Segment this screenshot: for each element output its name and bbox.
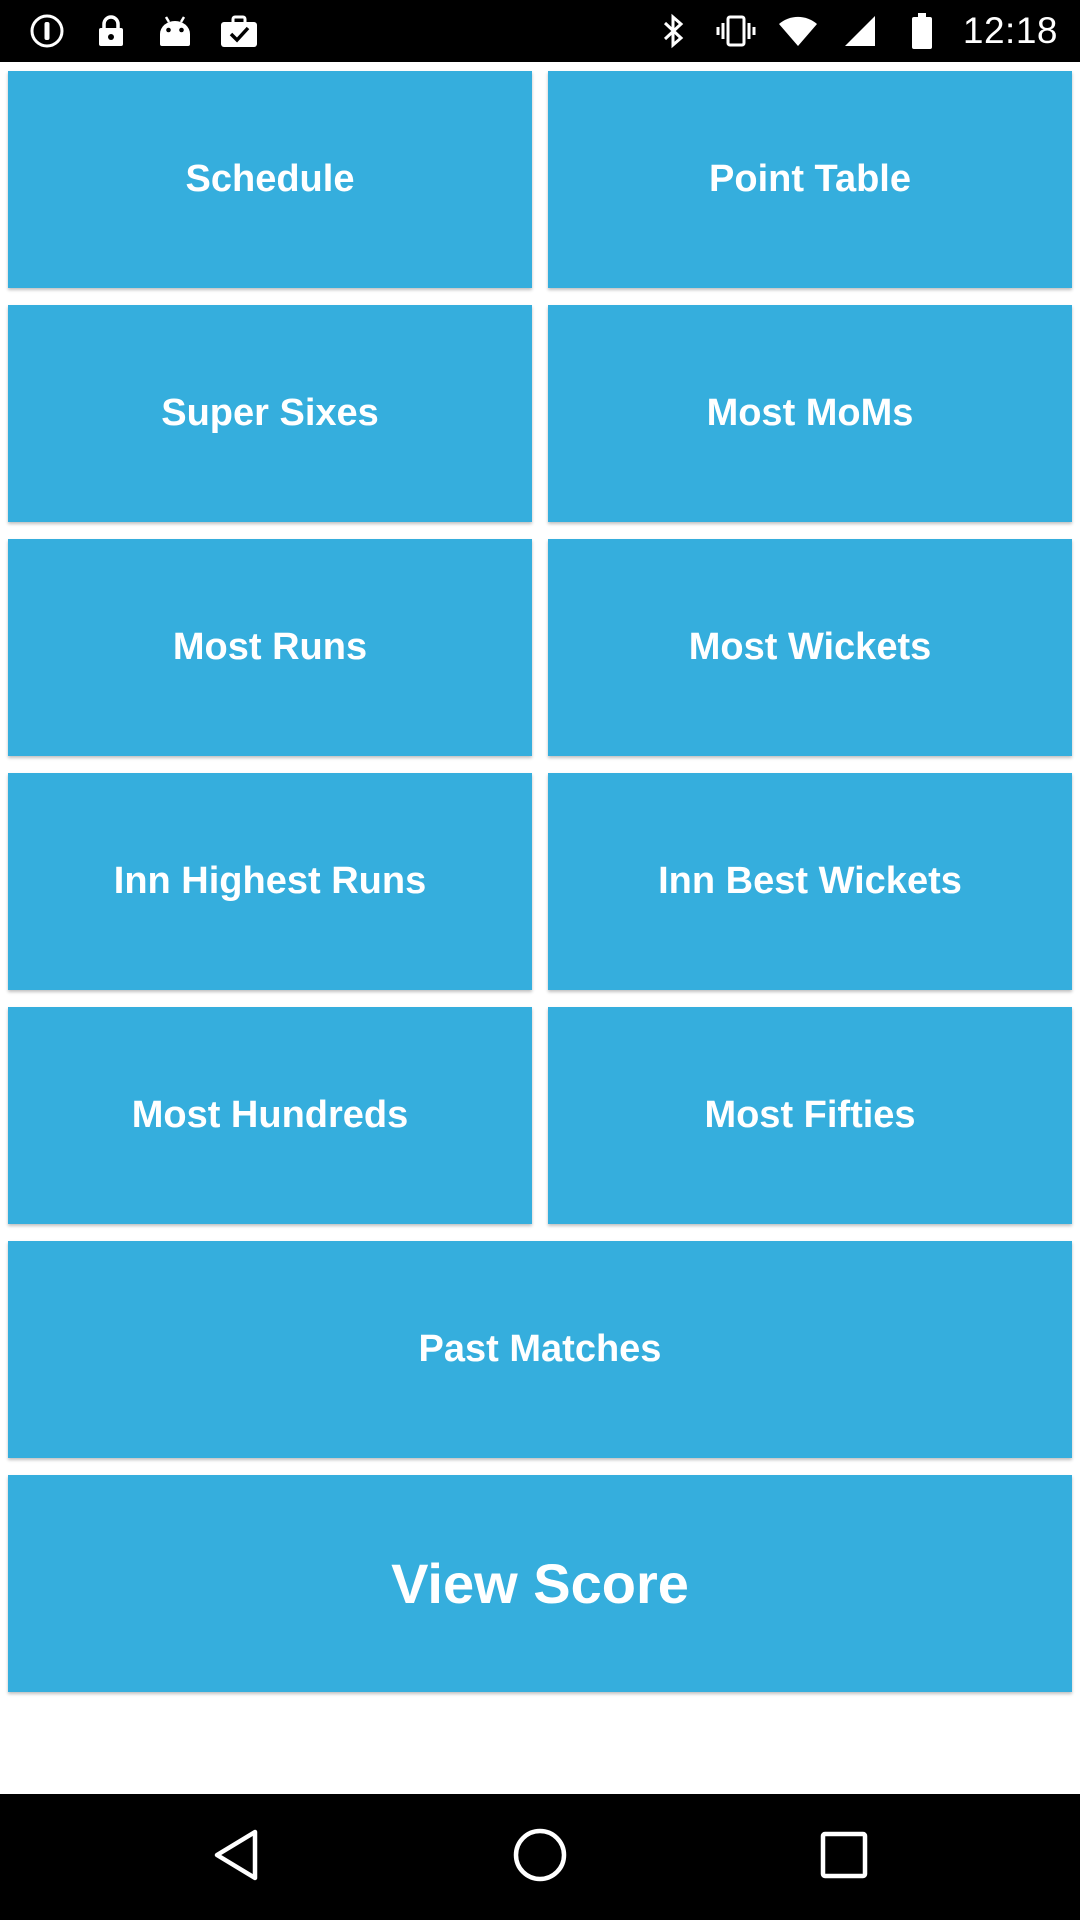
inn-highest-runs-label: Inn Highest Runs [113, 860, 427, 902]
inn-best-wickets-label: Inn Best Wickets [658, 860, 962, 902]
android-icon [154, 10, 196, 52]
home-button[interactable] [510, 1827, 570, 1887]
inn-highest-runs-button[interactable]: Inn Highest Runs [8, 773, 532, 990]
back-triangle-icon [211, 1828, 261, 1887]
point-table-button[interactable]: Point Table [548, 71, 1072, 288]
most-wickets-label: Most Wickets [688, 626, 932, 668]
inn-best-wickets-button[interactable]: Inn Best Wickets [548, 773, 1072, 990]
status-bar: 12:18 [0, 0, 1080, 62]
point-table-label: Point Table [709, 158, 911, 200]
view-score-button[interactable]: View Score [8, 1475, 1072, 1692]
status-clock: 12:18 [962, 10, 1058, 51]
battery-icon [901, 10, 943, 52]
schedule-label: Schedule [185, 158, 355, 200]
alert-circle-icon [26, 10, 68, 52]
navigation-bar [0, 1794, 1080, 1920]
back-button[interactable] [206, 1827, 266, 1887]
home-circle-icon [512, 1827, 568, 1888]
super-sixes-button[interactable]: Super Sixes [8, 305, 532, 522]
wifi-icon [777, 10, 819, 52]
most-hundreds-label: Most Hundreds [131, 1094, 409, 1136]
most-moms-label: Most MoMs [706, 392, 914, 434]
status-right-icons: 12:18 [653, 0, 1058, 62]
status-left-icons [26, 0, 260, 62]
most-runs-button[interactable]: Most Runs [8, 539, 532, 756]
most-wickets-button[interactable]: Most Wickets [548, 539, 1072, 756]
bluetooth-icon [653, 10, 695, 52]
recents-button[interactable] [814, 1827, 874, 1887]
past-matches-button[interactable]: Past Matches [8, 1241, 1072, 1458]
app-screen: 12:18 Schedule Point Table Super Sixes M… [0, 0, 1080, 1920]
briefcase-check-icon [218, 10, 260, 52]
most-hundreds-button[interactable]: Most Hundreds [8, 1007, 532, 1224]
past-matches-label: Past Matches [418, 1328, 662, 1370]
signal-icon [839, 10, 881, 52]
most-runs-label: Most Runs [172, 626, 368, 668]
most-fifties-button[interactable]: Most Fifties [548, 1007, 1072, 1224]
most-fifties-label: Most Fifties [704, 1094, 916, 1136]
schedule-button[interactable]: Schedule [8, 71, 532, 288]
recents-square-icon [819, 1830, 869, 1885]
vibrate-icon [715, 10, 757, 52]
most-moms-button[interactable]: Most MoMs [548, 305, 1072, 522]
super-sixes-label: Super Sixes [161, 392, 379, 434]
view-score-label: View Score [391, 1552, 689, 1615]
lock-icon [90, 10, 132, 52]
